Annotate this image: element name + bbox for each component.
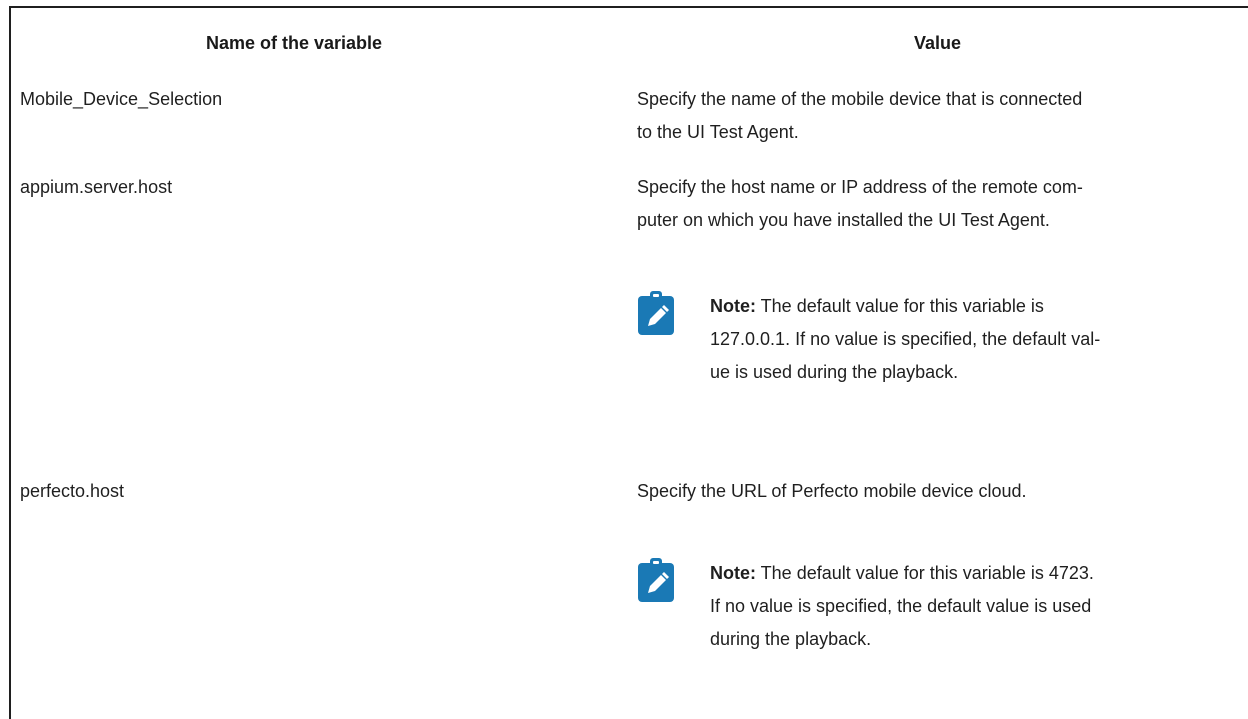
note-block: Note: The default value for this variabl… (637, 290, 1227, 400)
variable-name: Mobile_Device_Selection (20, 89, 223, 109)
variable-name: perfecto.host (20, 481, 125, 501)
note-line: 127.0.0.1. If no value is specified, the… (710, 329, 1101, 349)
note-line: The default value for this variable is (756, 296, 1044, 316)
note-first-line: Note: The default value for this variabl… (710, 290, 1225, 323)
note-label: Note: (710, 563, 756, 583)
note-pencil-icon (638, 291, 674, 335)
table-left-border (9, 6, 11, 719)
table-header-row: Name of the variable Value (11, 8, 1248, 68)
note-line: If no value is specified, the default va… (710, 596, 1092, 616)
note-pencil-icon (638, 558, 674, 602)
variables-table: Name of the variable Value Mobile_Device… (0, 0, 1248, 719)
note-first-line: Note: The default value for this variabl… (710, 557, 1225, 590)
header-name-of-variable: Name of the variable (206, 33, 383, 53)
note-block: Note: The default value for this variabl… (637, 557, 1227, 667)
variable-name: appium.server.host (20, 177, 173, 197)
variable-value: Specify the host name or IP address of t… (637, 171, 1227, 237)
value-line: Specify the host name or IP address of t… (637, 177, 1083, 197)
note-text: Note: The default value for this variabl… (710, 557, 1225, 656)
note-line: The default value for this variable is 4… (756, 563, 1094, 583)
note-line: ue is used during the playback. (710, 362, 959, 382)
value-line: puter on which you have installed the UI… (637, 210, 1050, 230)
note-label: Note: (710, 296, 756, 316)
note-line: during the playback. (710, 629, 872, 649)
note-text: Note: The default value for this variabl… (710, 290, 1225, 389)
variable-value: Specify the URL of Perfecto mobile devic… (637, 475, 1227, 508)
value-line: to the UI Test Agent. (637, 122, 799, 142)
value-line: Specify the name of the mobile device th… (637, 89, 1083, 109)
value-line: Specify the URL of Perfecto mobile devic… (637, 481, 1027, 501)
variable-value: Specify the name of the mobile device th… (637, 83, 1227, 149)
header-value: Value (914, 33, 962, 53)
